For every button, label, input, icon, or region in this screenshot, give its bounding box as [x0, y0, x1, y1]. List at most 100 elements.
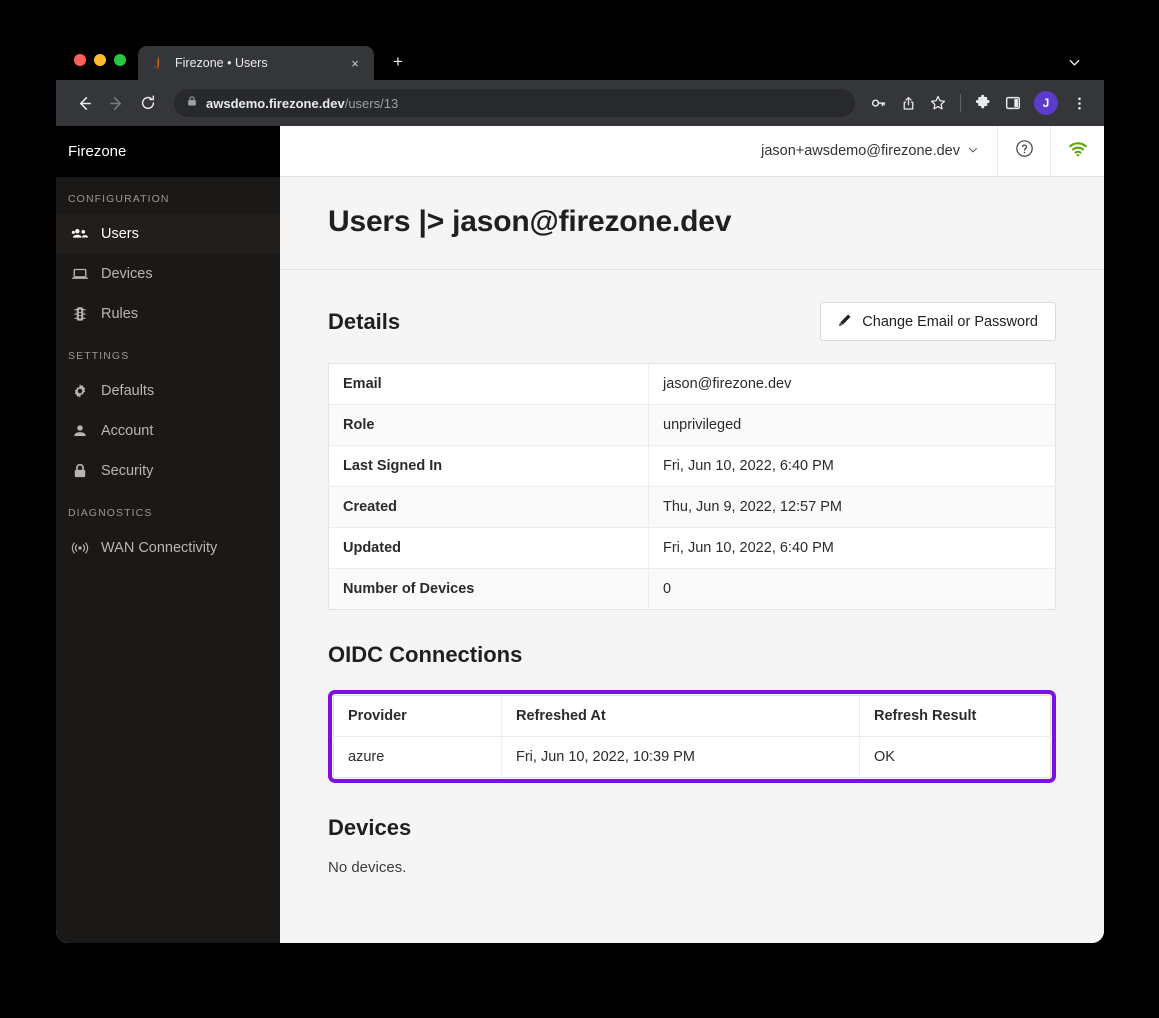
table-header-row: Provider Refreshed At Refresh Result: [333, 695, 1051, 737]
sidebar-item-label: Devices: [101, 266, 153, 282]
window-close-button[interactable]: [74, 54, 86, 66]
sidebar-item-label: WAN Connectivity: [101, 540, 218, 556]
sidebar-item-defaults[interactable]: Defaults: [56, 371, 280, 411]
window-maximize-button[interactable]: [114, 54, 126, 66]
share-icon[interactable]: [895, 90, 921, 116]
table-row: azure Fri, Jun 10, 2022, 10:39 PM OK: [333, 736, 1051, 778]
page-scroll-area[interactable]: Details Change Email or Password Email j…: [280, 270, 1104, 943]
page-title-bar: Users |> jason@firezone.dev: [280, 177, 1104, 270]
address-bar[interactable]: awsdemo.firezone.dev/users/13: [174, 89, 855, 117]
laptop-icon: [70, 265, 89, 284]
table-row: Updated Fri, Jun 10, 2022, 6:40 PM: [328, 527, 1056, 569]
sidebar-section-settings: SETTINGS: [68, 350, 130, 362]
detail-value: unprivileged: [648, 404, 1056, 446]
detail-key: Updated: [328, 527, 649, 569]
detail-key: Role: [328, 404, 649, 446]
page-viewport: Firezone CONFIGURATION Users Devices Rul…: [56, 126, 1104, 943]
browser-toolbar: awsdemo.firezone.dev/users/13 J: [56, 80, 1104, 126]
detail-value: jason@firezone.dev: [648, 363, 1056, 405]
address-bar-domain: awsdemo.firezone.dev: [206, 95, 345, 111]
sidebar-section-diagnostics: DIAGNOSTICS: [68, 507, 153, 519]
sidebar-item-users[interactable]: Users: [56, 214, 280, 254]
extensions-puzzle-icon[interactable]: [970, 90, 996, 116]
browser-window: Firezone • Users × + awsdemo.firezone.de…: [56, 35, 1104, 943]
detail-value: Thu, Jun 9, 2022, 12:57 PM: [648, 486, 1056, 528]
brand-logo[interactable]: Firezone: [56, 126, 280, 177]
sidebar-item-label: Account: [101, 423, 154, 439]
sidebar-section-configuration: CONFIGURATION: [68, 193, 170, 205]
browser-tab-strip: Firezone • Users × +: [56, 35, 1104, 80]
toolbar-divider: [960, 94, 961, 112]
sidebar-item-label: Security: [101, 463, 154, 479]
app-sidebar: Firezone CONFIGURATION Users Devices Rul…: [56, 126, 280, 943]
reload-button[interactable]: [134, 89, 162, 117]
broadcast-icon: [70, 539, 89, 558]
table-row: Last Signed In Fri, Jun 10, 2022, 6:40 P…: [328, 445, 1056, 487]
column-header-provider: Provider: [333, 695, 502, 737]
window-traffic-lights: [56, 54, 138, 80]
address-bar-url: awsdemo.firezone.dev/users/13: [206, 96, 398, 111]
address-bar-path: /users/13: [344, 95, 399, 111]
account-email-label: jason+awsdemo@firezone.dev: [761, 143, 960, 159]
wifi-icon: [1068, 139, 1088, 164]
browser-tab[interactable]: Firezone • Users ×: [138, 46, 374, 80]
devices-heading: Devices: [328, 815, 412, 840]
tab-close-icon[interactable]: ×: [346, 54, 364, 72]
change-email-or-password-button[interactable]: Change Email or Password: [820, 302, 1056, 341]
traffic-light-icon: [70, 305, 89, 324]
browser-menu-icon[interactable]: [1066, 90, 1092, 116]
app-header: jason+awsdemo@firezone.dev: [280, 126, 1104, 177]
side-panel-icon[interactable]: [1000, 90, 1026, 116]
column-header-refreshed-at: Refreshed At: [501, 695, 860, 737]
lock-icon: [186, 94, 198, 112]
bookmark-star-icon[interactable]: [925, 90, 951, 116]
account-menu[interactable]: jason+awsdemo@firezone.dev: [743, 126, 998, 176]
sidebar-item-wan-connectivity[interactable]: WAN Connectivity: [56, 528, 280, 568]
back-button[interactable]: [70, 89, 98, 117]
sidebar-item-rules[interactable]: Rules: [56, 294, 280, 334]
oidc-highlight-box: Provider Refreshed At Refresh Result azu…: [328, 690, 1056, 783]
profile-avatar[interactable]: J: [1034, 91, 1058, 115]
gear-icon: [70, 382, 89, 401]
details-section-header: Details Change Email or Password: [328, 270, 1056, 363]
details-heading: Details: [328, 308, 401, 334]
sidebar-item-label: Rules: [101, 306, 139, 322]
users-group-icon: [70, 225, 89, 244]
chevron-down-icon: [967, 144, 979, 159]
browser-tab-title: Firezone • Users: [175, 56, 268, 70]
table-row: Role unprivileged: [328, 404, 1056, 446]
detail-key: Created: [328, 486, 649, 528]
column-header-refresh-result: Refresh Result: [859, 695, 1051, 737]
oidc-section-header: OIDC Connections: [328, 610, 1056, 690]
detail-key: Email: [328, 363, 649, 405]
change-email-or-password-label: Change Email or Password: [862, 313, 1038, 330]
detail-key: Last Signed In: [328, 445, 649, 487]
devices-empty-text: No devices.: [328, 859, 407, 876]
sidebar-item-account[interactable]: Account: [56, 411, 280, 451]
sidebar-item-label: Users: [101, 226, 139, 242]
detail-value: 0: [648, 568, 1056, 610]
detail-value: Fri, Jun 10, 2022, 6:40 PM: [648, 527, 1056, 569]
person-icon: [70, 422, 89, 441]
lock-icon: [70, 462, 89, 481]
oidc-connections-table: Provider Refreshed At Refresh Result azu…: [333, 695, 1051, 778]
sidebar-item-security[interactable]: Security: [56, 451, 280, 491]
help-button[interactable]: [998, 126, 1051, 176]
forward-button[interactable]: [102, 89, 130, 117]
oidc-refreshed-at: Fri, Jun 10, 2022, 10:39 PM: [501, 736, 860, 778]
devices-section-header: Devices: [328, 783, 1056, 859]
oidc-heading: OIDC Connections: [328, 642, 523, 667]
key-icon[interactable]: [865, 90, 891, 116]
connectivity-status[interactable]: [1051, 126, 1104, 176]
details-table: Email jason@firezone.dev Role unprivileg…: [328, 363, 1056, 610]
page-title: Users |> jason@firezone.dev: [328, 205, 732, 238]
oidc-provider: azure: [333, 736, 502, 778]
detail-value: Fri, Jun 10, 2022, 6:40 PM: [648, 445, 1056, 487]
window-minimize-button[interactable]: [94, 54, 106, 66]
firezone-flame-icon: [150, 55, 166, 71]
pencil-icon: [838, 313, 852, 331]
detail-key: Number of Devices: [328, 568, 649, 610]
chevron-down-icon[interactable]: [1067, 55, 1082, 70]
sidebar-item-devices[interactable]: Devices: [56, 254, 280, 294]
new-tab-button[interactable]: +: [384, 48, 412, 76]
